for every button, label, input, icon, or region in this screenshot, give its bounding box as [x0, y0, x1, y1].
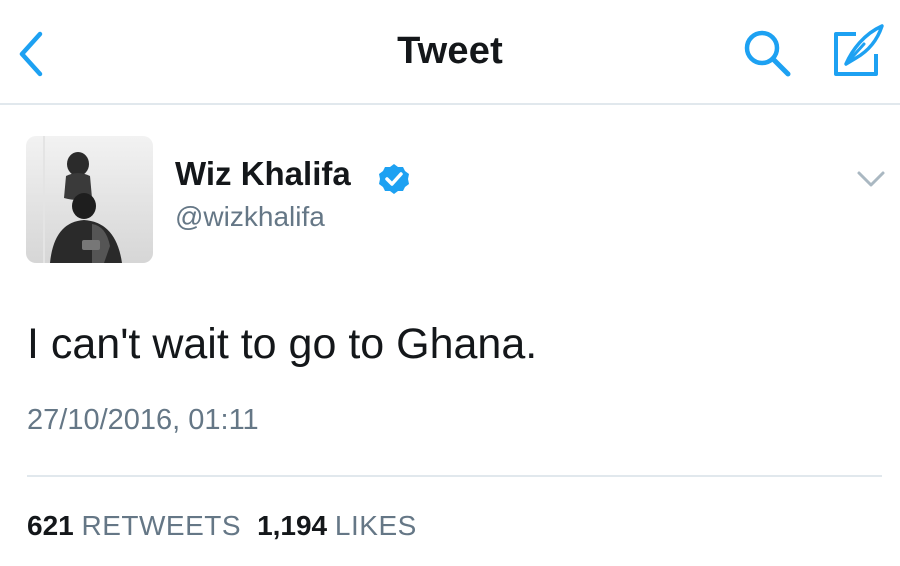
tweet-menu-button[interactable]: [853, 165, 889, 193]
avatar-photo: [26, 136, 153, 263]
search-icon: [744, 30, 791, 77]
divider: [27, 475, 882, 477]
compose-tweet-icon: [834, 24, 884, 76]
retweets-count: 621: [27, 510, 74, 541]
avatar[interactable]: [26, 136, 153, 263]
author-display-name[interactable]: Wiz Khalifa: [175, 155, 351, 193]
author-handle[interactable]: @wizkhalifa: [175, 201, 325, 233]
nav-bar: Tweet: [0, 0, 900, 105]
tweet-stats: 621 RETWEETS 1,194 LIKES: [27, 510, 433, 542]
tweet-timestamp: 27/10/2016, 01:11: [27, 404, 259, 436]
chevron-down-icon: [857, 171, 885, 187]
likes-stat[interactable]: 1,194 LIKES: [257, 510, 433, 541]
search-button[interactable]: [738, 24, 798, 84]
compose-tweet-button[interactable]: [826, 20, 888, 82]
likes-label: LIKES: [334, 510, 417, 541]
retweets-label: RETWEETS: [81, 510, 242, 541]
likes-count: 1,194: [257, 510, 328, 541]
retweets-stat[interactable]: 621 RETWEETS: [27, 510, 257, 541]
verified-badge-icon: [379, 164, 409, 194]
tweet-text: I can't wait to go to Ghana.: [27, 320, 538, 368]
